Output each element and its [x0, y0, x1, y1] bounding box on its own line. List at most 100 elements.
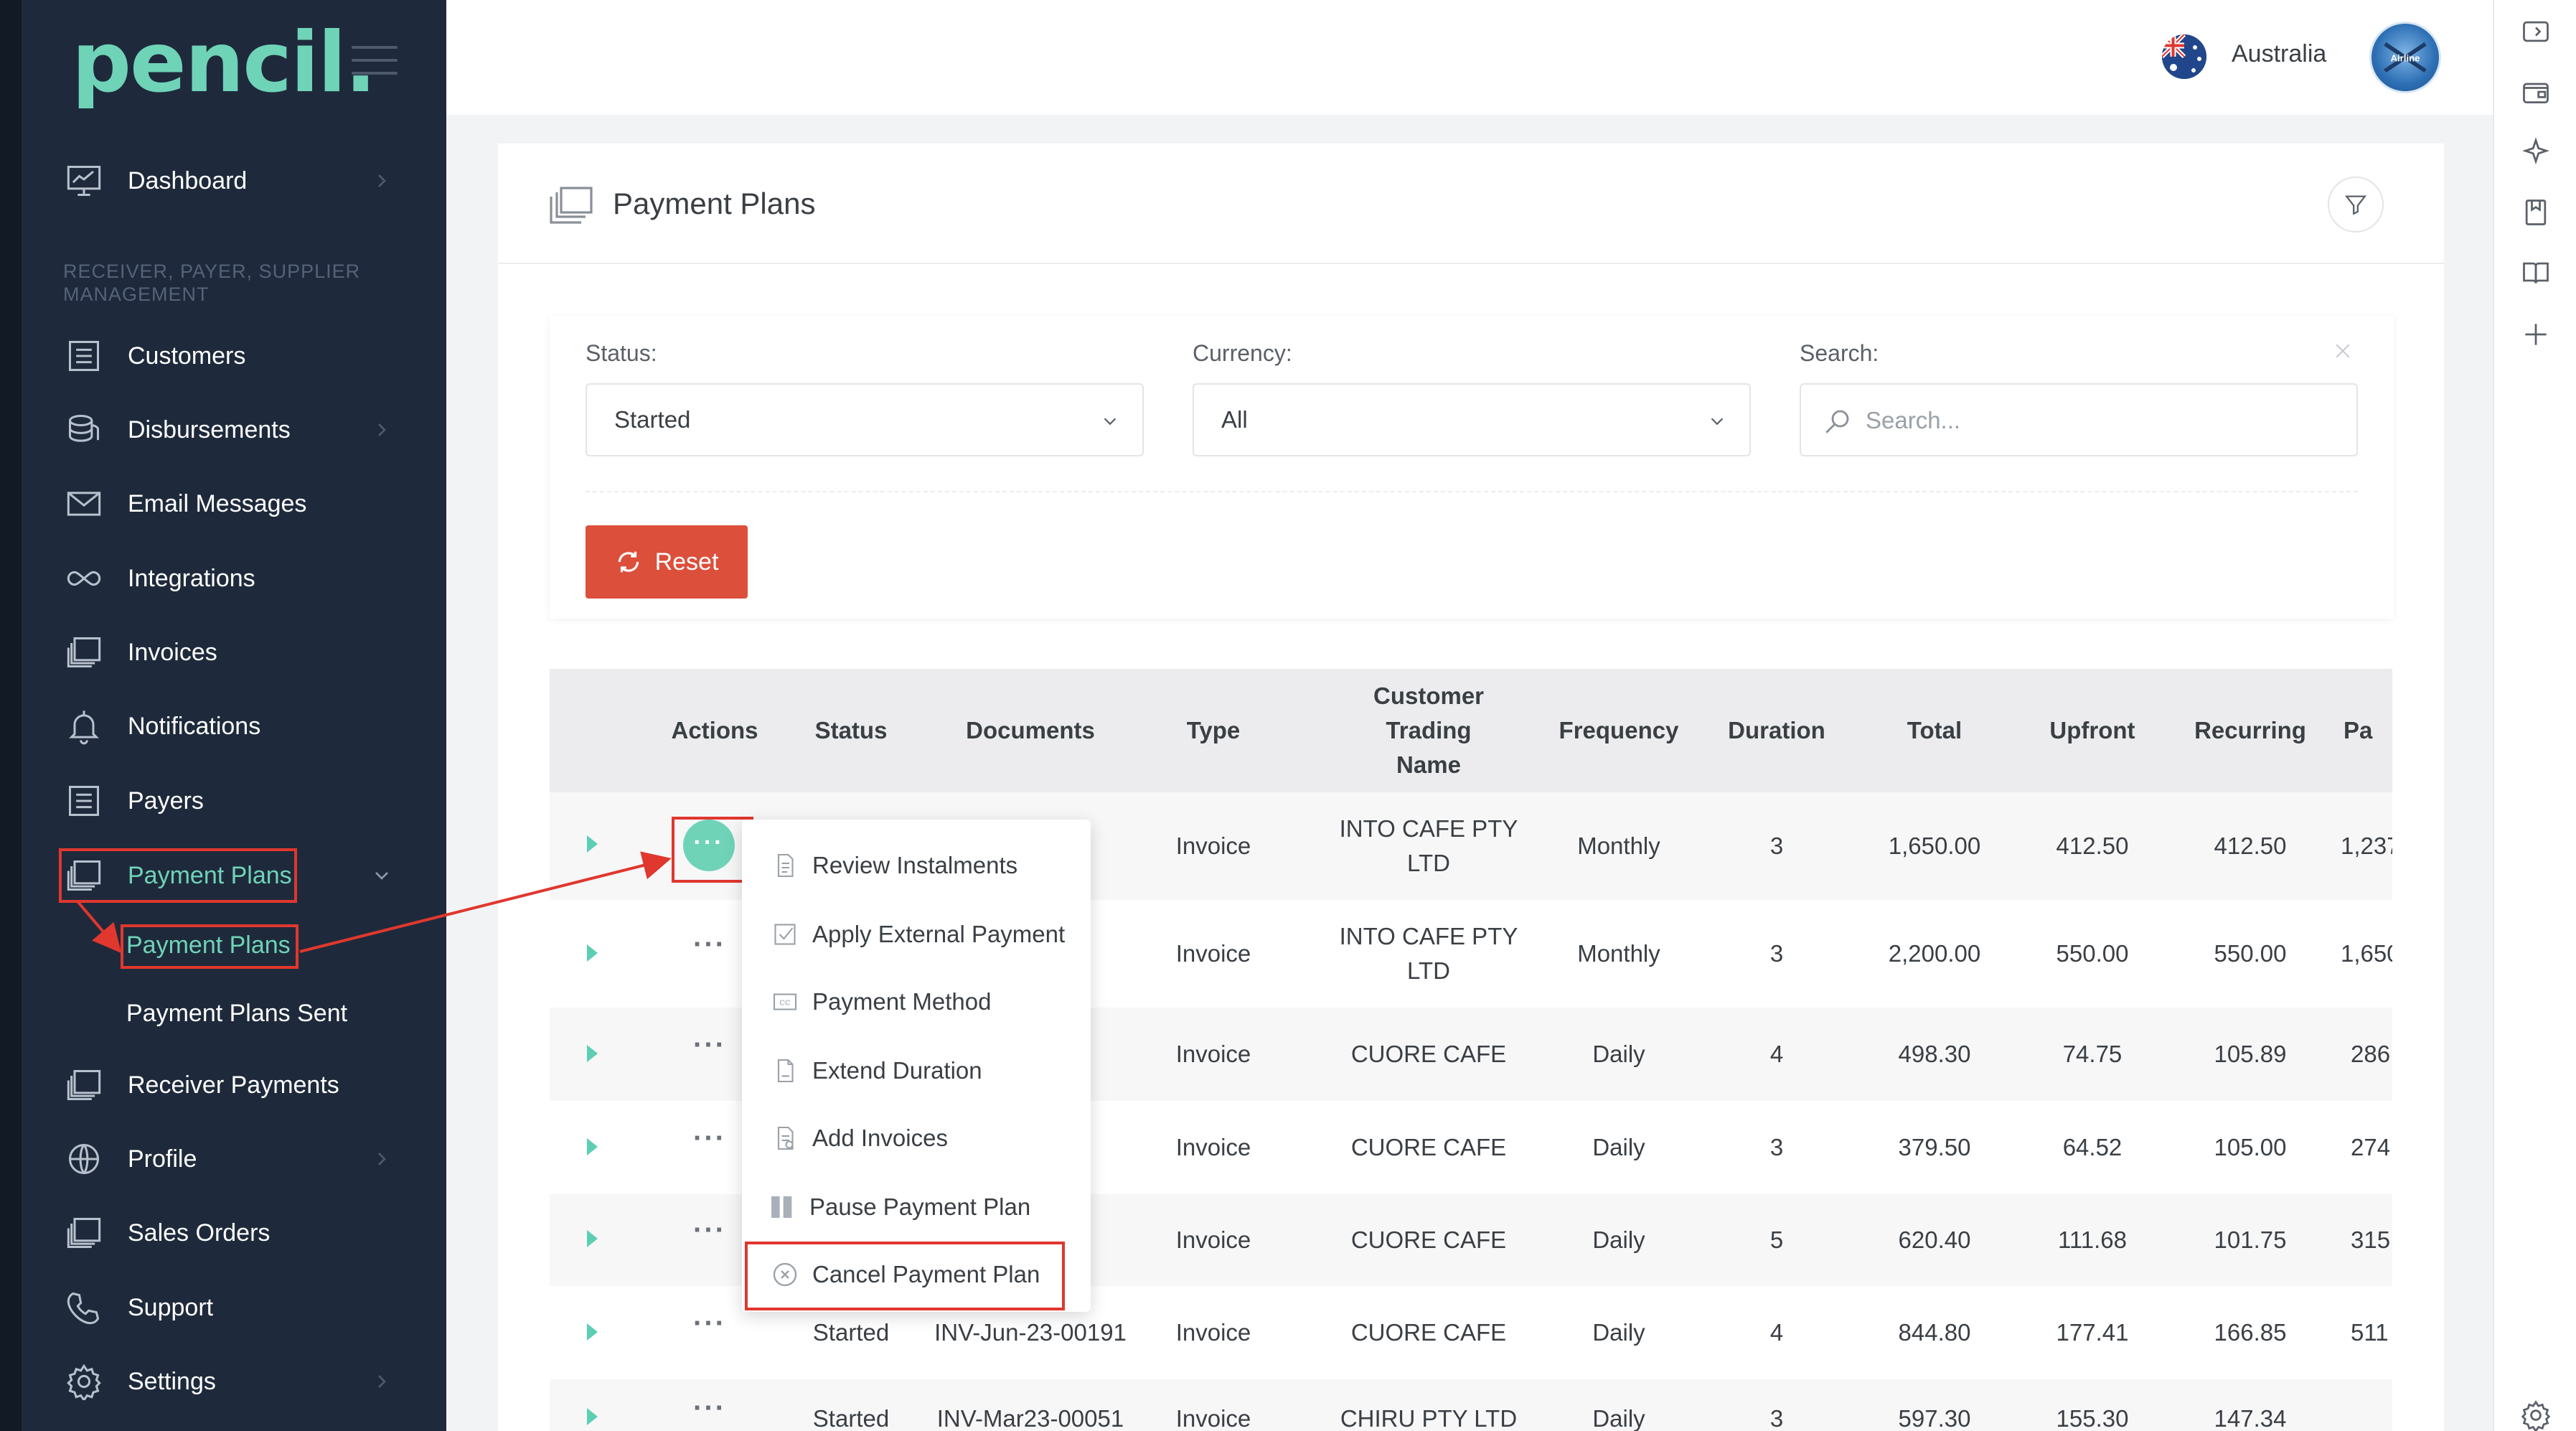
sidebar-item-profile[interactable]: Profile — [63, 1130, 408, 1188]
menu-item-review-instalments[interactable]: Review Instalments — [771, 844, 1017, 887]
cell-recurring: 166.85 — [2214, 1319, 2287, 1346]
cell-frequency: Daily — [1592, 1405, 1645, 1431]
table-header: Actions Status Documents Type Customer T… — [550, 669, 2392, 792]
cell-total: 844.80 — [1898, 1319, 1971, 1346]
wallet-icon[interactable] — [2520, 76, 2552, 108]
currency-filter-label: Currency: — [1193, 340, 1292, 366]
document-icon — [771, 851, 799, 880]
expand-row-icon[interactable] — [587, 1408, 598, 1425]
globe-user-icon — [63, 1138, 105, 1180]
sidebar-item-disbursements[interactable]: Disbursements — [63, 401, 408, 459]
sidebar-subitem-payment-plans-sent[interactable]: Payment Plans Sent — [126, 1000, 347, 1028]
sparkle-icon[interactable] — [2520, 136, 2552, 168]
search-input[interactable] — [1866, 399, 2339, 442]
sidebar-item-invoices[interactable]: Invoices — [63, 624, 408, 681]
row-actions-button[interactable]: ··· — [693, 1029, 726, 1061]
plus-icon[interactable] — [2520, 319, 2552, 350]
cell-upfront: 177.41 — [2056, 1319, 2129, 1346]
expand-row-icon[interactable] — [587, 944, 598, 962]
reset-button[interactable]: Reset — [586, 525, 748, 599]
gear-icon[interactable] — [2520, 1399, 2552, 1431]
column-header-recurring[interactable]: Recurring — [2178, 669, 2322, 792]
svg-text:CC: CC — [779, 999, 791, 1008]
cell-duration: 5 — [1769, 1226, 1784, 1253]
refresh-icon — [618, 551, 639, 573]
sidebar-item-settings[interactable]: Settings — [63, 1353, 408, 1410]
column-header-duration[interactable]: Duration — [1712, 669, 1841, 792]
menu-item-extend-duration[interactable]: Extend Duration — [771, 1049, 982, 1092]
expand-row-icon[interactable] — [587, 1230, 598, 1247]
sidebar-item-dashboard[interactable]: Dashboard — [63, 152, 408, 210]
column-header-actions[interactable]: Actions — [650, 669, 779, 792]
row-actions-button[interactable]: ··· — [693, 1308, 726, 1340]
menu-item-apply-external-payment[interactable]: Apply External Payment — [771, 913, 1065, 956]
expand-row-icon[interactable] — [587, 1045, 598, 1062]
close-icon[interactable] — [2332, 340, 2354, 362]
status-select[interactable]: Started — [586, 383, 1144, 456]
cell-type: Invoice — [1175, 1405, 1251, 1431]
sidebar-item-label: Settings — [128, 1367, 216, 1395]
sidebar-item-receiver-payments[interactable]: Receiver Payments — [63, 1056, 408, 1114]
table-row[interactable]: ··· Started INV-Mar23-00051 Invoice CHIR… — [550, 1379, 2392, 1431]
menu-item-pause-payment-plan[interactable]: Pause Payment Plan — [768, 1186, 1030, 1229]
cell-recurring: 101.75 — [2214, 1226, 2287, 1253]
column-header-upfront[interactable]: Upfront — [2028, 669, 2157, 792]
sidebar-item-sales-orders[interactable]: Sales Orders — [63, 1204, 408, 1262]
cell-paid: 1,237 — [2341, 832, 2392, 859]
filter-button[interactable] — [2328, 177, 2384, 233]
australia-flag-icon[interactable] — [2162, 34, 2206, 79]
cell-customer: INTO CAFE PTY LTD — [1339, 923, 1518, 984]
menu-item-payment-method[interactable]: CC Payment Method — [771, 980, 991, 1023]
status-select-value: Started — [614, 406, 691, 433]
status-filter-label: Status: — [586, 340, 657, 366]
menu-item-add-invoices[interactable]: Add Invoices — [771, 1117, 948, 1160]
app-logo[interactable]: pencil. — [72, 14, 377, 111]
cell-customer: CHIRU PTY LTD — [1340, 1405, 1518, 1431]
cell-status: Started — [812, 1405, 890, 1431]
expand-row-icon[interactable] — [587, 1138, 598, 1155]
row-actions-button[interactable]: ··· — [693, 1122, 726, 1155]
cell-upfront: 155.30 — [2056, 1405, 2129, 1431]
phone-icon — [63, 1287, 105, 1328]
stacked-pages-icon — [550, 187, 593, 224]
column-header-status[interactable]: Status — [801, 669, 901, 792]
row-actions-button[interactable]: ··· — [693, 929, 726, 961]
bookmark-icon[interactable] — [2520, 197, 2552, 228]
cell-recurring: 147.34 — [2214, 1405, 2287, 1431]
country-label[interactable]: Australia — [2232, 40, 2326, 68]
sidebar-item-integrations[interactable]: Integrations — [63, 550, 408, 607]
menu-toggle-icon[interactable] — [352, 46, 398, 75]
currency-select[interactable]: All — [1193, 383, 1751, 456]
cell-upfront: 111.68 — [2057, 1226, 2128, 1253]
cell-paid: 315 — [2351, 1226, 2391, 1253]
sidebar-item-email-messages[interactable]: Email Messages — [63, 475, 408, 532]
cell-type: Invoice — [1175, 1134, 1251, 1160]
column-header-frequency[interactable]: Frequency — [1547, 669, 1691, 792]
search-icon — [1825, 410, 1849, 433]
expand-row-icon[interactable] — [587, 1323, 598, 1341]
row-actions-button[interactable]: ··· — [693, 1214, 726, 1247]
cell-upfront: 412.50 — [2056, 832, 2129, 859]
funnel-icon — [2344, 195, 2367, 215]
column-header-total[interactable]: Total — [1863, 669, 2006, 792]
sidebar-item-notifications[interactable]: Notifications — [63, 698, 408, 755]
column-header-paid[interactable]: Pa — [2344, 669, 2392, 792]
screen-capture-icon[interactable] — [2520, 16, 2552, 47]
expand-row-icon[interactable] — [587, 835, 598, 853]
sidebar-item-payers[interactable]: Payers — [63, 772, 408, 830]
column-header-documents[interactable]: Documents — [923, 669, 1138, 792]
cell-customer: CUORE CAFE — [1350, 1041, 1507, 1067]
document-add-icon — [771, 1124, 799, 1153]
avatar[interactable]: Airline — [2369, 22, 2441, 93]
book-open-icon[interactable] — [2520, 257, 2552, 288]
sidebar-item-customers[interactable]: Customers — [63, 327, 408, 385]
cell-total: 1,650.00 — [1888, 832, 1981, 859]
cell-frequency: Daily — [1592, 1319, 1645, 1346]
column-header-customer[interactable]: Customer Trading Name — [1289, 669, 1569, 792]
list-icon — [63, 335, 105, 377]
sidebar-item-support[interactable]: Support — [63, 1279, 408, 1336]
row-actions-button[interactable]: ··· — [693, 1392, 726, 1425]
column-header-type[interactable]: Type — [1160, 669, 1267, 792]
cell-recurring: 412.50 — [2214, 832, 2287, 859]
chevron-right-icon — [378, 1375, 386, 1388]
